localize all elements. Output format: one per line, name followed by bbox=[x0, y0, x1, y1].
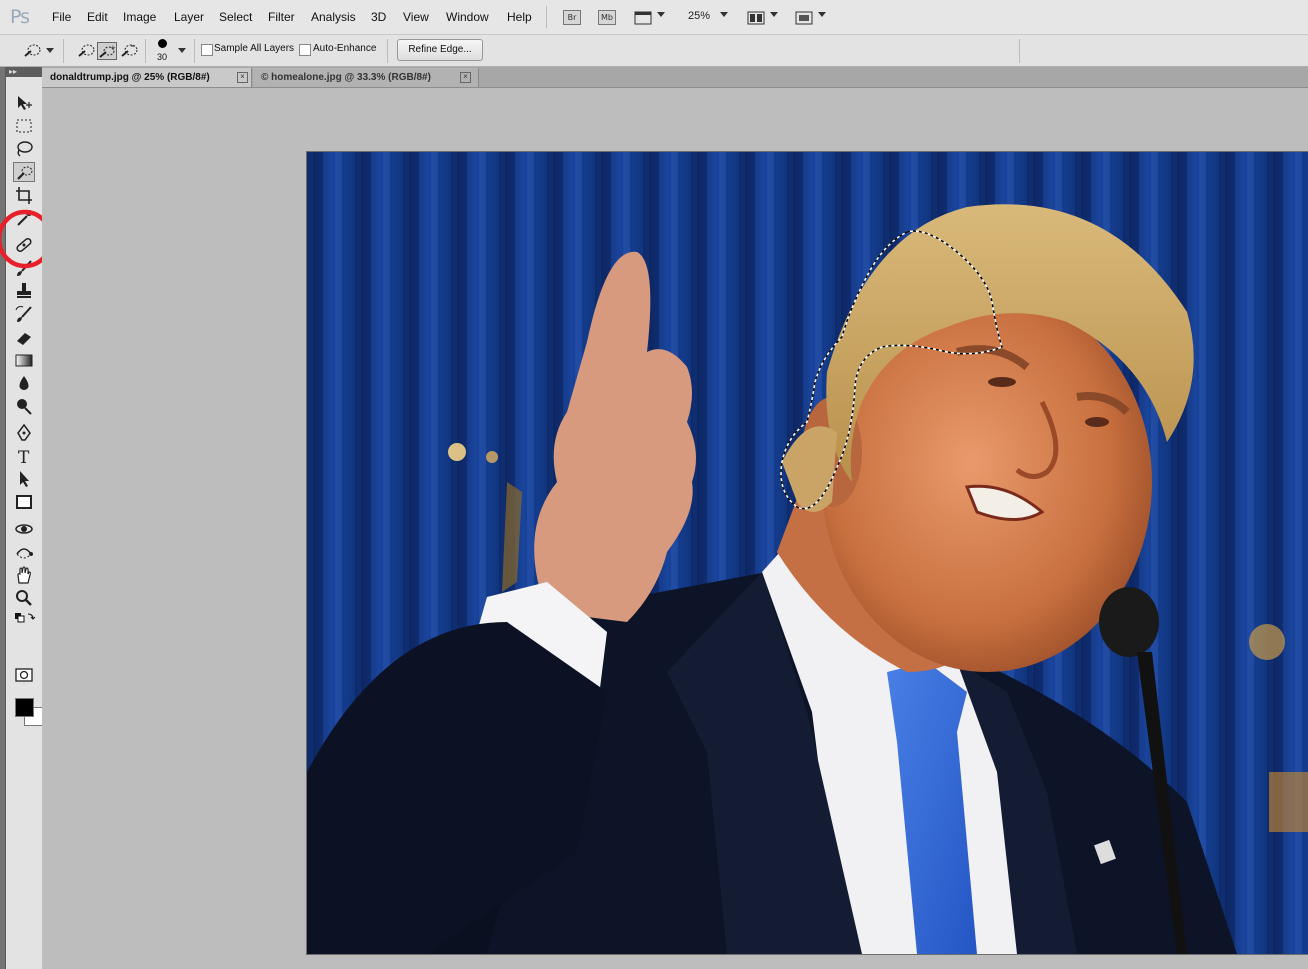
screen-mode-icon[interactable] bbox=[795, 10, 813, 26]
photoshop-logo: Ps bbox=[10, 6, 30, 28]
new-selection-icon[interactable] bbox=[76, 42, 95, 58]
foreground-color-swatch-top[interactable] bbox=[15, 698, 34, 717]
path-selection-tool-icon[interactable] bbox=[13, 469, 35, 489]
gradient-tool-icon[interactable] bbox=[13, 350, 35, 370]
eraser-tool-icon[interactable] bbox=[13, 327, 35, 347]
menu-edit[interactable]: Edit bbox=[87, 10, 108, 24]
brush-size[interactable]: 30 bbox=[157, 52, 167, 62]
close-icon[interactable]: × bbox=[237, 72, 248, 83]
tab-label: © homealone.jpg @ 33.3% (RGB/8#) bbox=[261, 72, 431, 83]
3d-orbit-tool-icon[interactable] bbox=[13, 542, 35, 562]
tab-donaldtrump[interactable]: donaldtrump.jpg @ 25% (RGB/8#) × bbox=[42, 68, 252, 87]
toolbox-panel: ▸▸ T bbox=[5, 67, 43, 969]
menu-window[interactable]: Window bbox=[446, 10, 489, 24]
photo-content bbox=[307, 152, 1308, 954]
pen-tool-icon[interactable] bbox=[13, 423, 35, 443]
add-to-selection-icon[interactable]: + bbox=[97, 42, 117, 60]
menu-analysis[interactable]: Analysis bbox=[311, 10, 356, 24]
clone-stamp-tool-icon[interactable] bbox=[13, 281, 35, 301]
zoom-tool-icon[interactable] bbox=[13, 588, 35, 608]
tab-label: donaldtrump.jpg @ 25% (RGB/8#) bbox=[50, 72, 210, 83]
svg-text:+: + bbox=[110, 44, 116, 52]
view-extras-icon[interactable] bbox=[634, 10, 652, 26]
refine-edge-button[interactable]: Refine Edge... bbox=[397, 39, 483, 61]
screen-mode-dropdown-icon[interactable] bbox=[818, 12, 826, 17]
bridge-button[interactable]: Br bbox=[563, 10, 581, 25]
move-tool-icon[interactable] bbox=[13, 93, 35, 113]
options-separator bbox=[145, 39, 146, 63]
toolbox: ▸▸ T bbox=[0, 67, 54, 969]
sample-all-layers-label: Sample All Layers bbox=[214, 43, 295, 54]
auto-enhance-label: Auto-Enhance bbox=[313, 43, 377, 54]
options-separator bbox=[1019, 39, 1020, 63]
brush-preview-icon[interactable] bbox=[158, 39, 167, 48]
quick-mask-icon[interactable] bbox=[13, 665, 35, 685]
menu-select[interactable]: Select bbox=[219, 10, 252, 24]
toolbox-collapse-button[interactable]: ▸▸ bbox=[6, 67, 42, 77]
zoom-dropdown-icon[interactable] bbox=[720, 12, 728, 17]
shape-tool-icon[interactable] bbox=[13, 492, 35, 512]
marquee-tool-icon[interactable] bbox=[13, 116, 35, 136]
arrange-dropdown-icon[interactable] bbox=[770, 12, 778, 17]
menu-separator bbox=[546, 6, 547, 28]
zoom-level[interactable]: 25% bbox=[688, 10, 710, 22]
document-image[interactable] bbox=[307, 152, 1308, 954]
menu-image[interactable]: Image bbox=[123, 10, 156, 24]
crop-tool-icon[interactable] bbox=[13, 185, 35, 205]
menu-filter[interactable]: Filter bbox=[268, 10, 295, 24]
sample-all-layers-checkbox[interactable] bbox=[201, 44, 213, 56]
subtract-from-selection-icon[interactable] bbox=[119, 42, 138, 58]
menu-file[interactable]: File bbox=[52, 10, 71, 24]
menu-3d[interactable]: 3D bbox=[371, 10, 386, 24]
menu-view[interactable]: View bbox=[403, 10, 429, 24]
default-colors-icon[interactable] bbox=[13, 611, 35, 625]
blur-tool-icon[interactable] bbox=[13, 373, 35, 393]
tool-preset-dropdown-icon[interactable] bbox=[46, 48, 54, 53]
dodge-tool-icon[interactable] bbox=[13, 396, 35, 416]
menu-layer[interactable]: Layer bbox=[174, 10, 204, 24]
options-separator bbox=[387, 39, 388, 63]
tool-preset-icon[interactable] bbox=[22, 42, 41, 58]
minibridge-button[interactable]: Mb bbox=[598, 10, 616, 25]
options-separator bbox=[194, 39, 195, 63]
options-separator bbox=[63, 39, 64, 63]
view-extras-dropdown-icon[interactable] bbox=[657, 12, 665, 17]
auto-enhance-checkbox[interactable] bbox=[299, 44, 311, 56]
document-tab-strip: donaldtrump.jpg @ 25% (RGB/8#) × © homea… bbox=[42, 67, 1308, 88]
menu-bar: Ps File Edit Image Layer Select Filter A… bbox=[0, 0, 1308, 35]
3d-rotate-tool-icon[interactable] bbox=[13, 519, 35, 539]
tab-homealone[interactable]: © homealone.jpg @ 33.3% (RGB/8#) × bbox=[253, 68, 479, 87]
svg-text:T: T bbox=[18, 448, 30, 466]
history-brush-tool-icon[interactable] bbox=[13, 304, 35, 324]
brush-picker-dropdown-icon[interactable] bbox=[178, 48, 186, 53]
hand-tool-icon[interactable] bbox=[13, 565, 35, 585]
lasso-tool-icon[interactable] bbox=[13, 139, 35, 159]
menu-help[interactable]: Help bbox=[507, 10, 532, 24]
options-bar: + 30 Sample All Layers Auto-Enhance Refi… bbox=[0, 35, 1308, 67]
arrange-documents-icon[interactable] bbox=[747, 10, 765, 26]
quick-selection-tool-icon[interactable] bbox=[13, 162, 35, 182]
close-icon[interactable]: × bbox=[460, 72, 471, 83]
type-tool-icon[interactable]: T bbox=[13, 446, 35, 466]
